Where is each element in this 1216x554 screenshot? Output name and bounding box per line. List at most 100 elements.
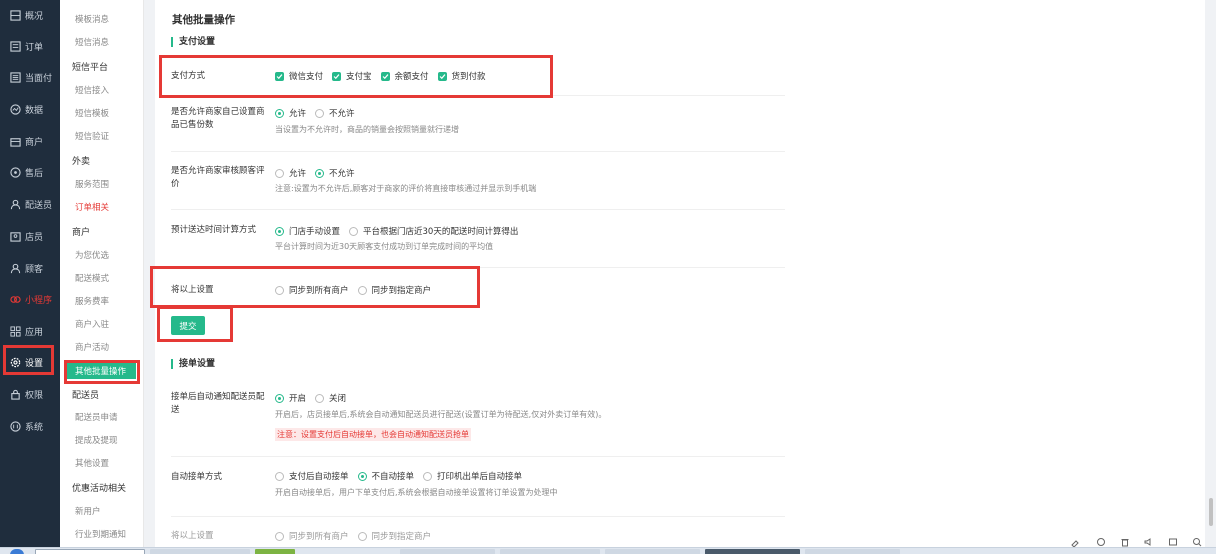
data-icon	[10, 103, 21, 115]
subnav-item[interactable]: 为您优选	[60, 245, 144, 265]
sidebar-item-label: 订单	[25, 42, 44, 53]
gear-icon	[10, 357, 21, 368]
subnav-item[interactable]: 行业到期通知	[60, 524, 144, 544]
partial-row-label: 将以上设置	[171, 531, 214, 541]
sidebar-item-apps[interactable]: 应用	[0, 318, 60, 344]
sidebar-item-courier[interactable]: 配送员	[0, 191, 60, 217]
auto-accept-after-print-radio[interactable]: 打印机出单后自动接单	[423, 470, 522, 482]
sync-selected-radio[interactable]: 同步到指定商户	[357, 284, 431, 296]
sales-count-allow-radio[interactable]: 允许	[275, 107, 306, 119]
subnav-item[interactable]: 模板消息	[60, 9, 144, 29]
partial-row: 将以上设置 同步到所有商户 同步到指定商户	[171, 525, 785, 547]
sales-count-deny-radio[interactable]: 不允许	[315, 107, 355, 119]
review-row: 是否允许商家审核顾客评价 允许 不允许 注意:设置为不允许后,顾客对于商家的评价…	[171, 152, 785, 210]
submit-button[interactable]: 提交	[171, 316, 205, 335]
sidebar-item-label: 当面付	[25, 73, 53, 84]
sidebar-item-after-sale[interactable]: 售后	[0, 159, 60, 185]
sidebar-item-clerk[interactable]: 店员	[0, 223, 60, 249]
search-icon[interactable]	[1192, 537, 1202, 547]
sidebar-item-system[interactable]: 系统	[0, 413, 60, 439]
refresh-icon[interactable]	[1096, 537, 1106, 547]
delivery-time-label: 预计送达时间计算方式	[171, 225, 257, 235]
subnav-item[interactable]: 提成及提现	[60, 430, 144, 450]
subnav-item[interactable]: 新用户	[60, 501, 144, 521]
notify-courier-on-radio[interactable]: 开启	[275, 392, 306, 404]
radio-selected-icon	[275, 108, 284, 118]
option-label: 关闭	[329, 394, 347, 404]
subnav-item[interactable]: 配送模式	[60, 268, 144, 288]
delivery-time-auto-radio[interactable]: 平台根据门店近30天的配送时间计算得出	[349, 225, 518, 237]
taskbar-app[interactable]	[605, 549, 700, 554]
window-icon[interactable]	[1168, 537, 1178, 547]
partial-sync-all-radio[interactable]: 同步到所有商户	[275, 530, 349, 542]
pay-option-alipay[interactable]: 支付宝	[332, 70, 372, 82]
taskbar-search-box[interactable]	[35, 549, 145, 554]
face-pay-icon	[10, 71, 21, 83]
option-label: 不自动接单	[371, 472, 415, 482]
sidebar-item-overview[interactable]: 概况	[0, 2, 60, 28]
subnav-item[interactable]: 短信接入	[60, 80, 144, 100]
sales-count-hint: 当设置为不允许时，商品的销量会按照销量就行递增	[275, 125, 459, 134]
taskbar-app[interactable]	[705, 549, 800, 554]
subnav-item[interactable]: 配送员申请	[60, 407, 144, 427]
subnav-item[interactable]: 商户入驻	[60, 314, 144, 334]
sidebar-item-merchant[interactable]: 商户	[0, 128, 60, 154]
review-hint: 注意:设置为不允许后,顾客对于商家的评价将直接审核通过并显示到手机端	[275, 184, 537, 193]
pay-option-balance[interactable]: 余额支付	[380, 70, 429, 82]
taskbar-app[interactable]	[150, 549, 250, 554]
review-allow-radio[interactable]: 允许	[275, 167, 306, 179]
pay-option-cod[interactable]: 货到付款	[437, 70, 486, 82]
subnav-item[interactable]: 短信消息	[60, 32, 144, 52]
subnav-item[interactable]: 服务范围	[60, 174, 144, 194]
subnav-label: 行业到期通知	[75, 530, 127, 540]
subnav-label: 模板消息	[75, 15, 110, 25]
notify-courier-off-radio[interactable]: 关闭	[315, 392, 346, 404]
customer-icon	[10, 263, 21, 274]
partial-sync-selected-radio[interactable]: 同步到指定商户	[357, 530, 431, 542]
subnav-label: 商户入驻	[75, 320, 110, 330]
auto-accept-after-pay-radio[interactable]: 支付后自动接单	[275, 470, 349, 482]
sidebar-item-permission[interactable]: 权限	[0, 381, 60, 407]
radio-icon	[315, 393, 325, 403]
sync-all-radio[interactable]: 同步到所有商户	[275, 284, 349, 296]
review-deny-radio[interactable]: 不允许	[315, 167, 355, 179]
subnav-item[interactable]: 短信模板	[60, 103, 144, 123]
partial-row-options: 同步到所有商户 同步到指定商户	[275, 530, 431, 542]
pay-option-wechat[interactable]: 微信支付	[275, 70, 323, 82]
notify-courier-warning: 注意：设置支付后自动接单，也会自动通知配送员抢单	[275, 428, 471, 441]
taskbar-app[interactable]	[805, 549, 900, 554]
sidebar-item-customer[interactable]: 顾客	[0, 255, 60, 281]
tool-icon[interactable]	[1070, 537, 1080, 547]
sidebar-item-order[interactable]: 订单	[0, 33, 60, 59]
subnav-label: 外卖	[72, 156, 91, 167]
sidebar-item-settings[interactable]: 设置	[0, 349, 60, 375]
volume-icon[interactable]	[1144, 537, 1154, 547]
sidebar-item-face-pay[interactable]: 当面付	[0, 64, 60, 90]
auto-accept-none-radio[interactable]: 不自动接单	[357, 470, 415, 482]
sidebar-item-miniprogram[interactable]: 小程序	[0, 286, 60, 312]
sidebar-item-label: 应用	[25, 327, 44, 338]
subnav-item[interactable]: 服务费率	[60, 291, 144, 311]
taskbar-app[interactable]	[400, 549, 495, 554]
subnav-label: 服务费率	[75, 297, 110, 307]
start-button[interactable]	[10, 549, 24, 554]
delivery-time-manual-radio[interactable]: 门店手动设置	[275, 225, 340, 237]
subnav-item-active[interactable]: 其他批量操作	[66, 362, 136, 379]
subnav-item[interactable]: 商户活动	[60, 337, 144, 357]
option-label: 开启	[289, 394, 307, 404]
trash-icon[interactable]	[1120, 537, 1130, 547]
option-label: 不允许	[329, 169, 355, 179]
radio-icon	[423, 471, 433, 481]
main-scrollbar[interactable]	[1209, 498, 1213, 526]
taskbar-app[interactable]	[500, 549, 600, 554]
order-icon	[10, 40, 21, 52]
sidebar-item-data[interactable]: 数据	[0, 96, 60, 122]
subnav-item[interactable]: 其他设置	[60, 453, 144, 473]
system-icon	[10, 420, 21, 432]
notify-courier-row: 接单后自动通知配送员配送 开启 关闭 开启后，店员接单后,系统会自动通知配送员进…	[171, 382, 785, 457]
sync-row: 将以上设置 同步到所有商户 同步到指定商户	[171, 268, 785, 310]
subnav-item[interactable]: 订单相关	[60, 197, 144, 217]
subnav-item[interactable]: 短信验证	[60, 126, 144, 146]
sidebar-item-label: 权限	[25, 390, 44, 401]
taskbar-app[interactable]	[255, 549, 295, 554]
